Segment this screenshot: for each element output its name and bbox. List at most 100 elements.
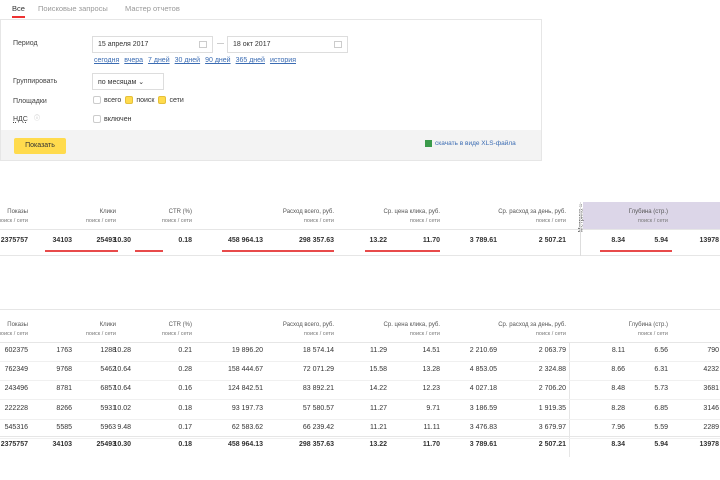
column-header-cpc[interactable]: Ср. цена клика, руб. поиск / сети xyxy=(320,208,440,226)
divider xyxy=(580,202,581,256)
divider xyxy=(0,309,720,310)
xls-link-label: скачать в виде XLS-файла xyxy=(435,140,516,148)
divider xyxy=(0,229,720,230)
quick-link[interactable]: 7 дней xyxy=(148,57,170,64)
cell-ctr: 0.18 xyxy=(178,404,192,412)
places-label: Площадки xyxy=(13,98,47,105)
date-from-value: 15 апреля 2017 xyxy=(98,41,149,48)
header-sub: поиск / сети xyxy=(637,331,668,337)
row-divider xyxy=(0,399,720,401)
checkbox-label: поиск xyxy=(136,96,155,104)
header-title: Глубина (стр.) xyxy=(628,209,668,215)
header-title: Расход всего, руб. xyxy=(282,322,334,328)
highlight-underline xyxy=(222,250,334,252)
place-checkbox-1[interactable]: поиск xyxy=(125,96,155,104)
header-sub: поиск / сети xyxy=(409,218,440,224)
header-sub: поиск / сети xyxy=(409,331,440,337)
cell-last: 790 xyxy=(707,347,719,354)
cell-spend: 62 583.62 xyxy=(231,423,263,431)
cell-ctr: 10.02 xyxy=(113,404,131,412)
cell-spend: 93 197.73 xyxy=(231,404,263,412)
divider xyxy=(0,342,720,343)
cell-ctr: 9.48 xyxy=(117,423,131,431)
quick-link[interactable]: история xyxy=(270,57,296,64)
header-title: Расход всего, руб. xyxy=(282,209,334,215)
quick-link[interactable]: сегодня xyxy=(94,57,119,64)
cell-last: 4232 xyxy=(703,366,719,374)
xls-download-link[interactable]: скачать в виде XLS-файла xyxy=(425,140,516,147)
header-sub: поиск / сети xyxy=(161,331,192,337)
calendar-icon[interactable] xyxy=(199,41,207,48)
place-checkbox-0[interactable]: всего xyxy=(93,96,122,104)
cell-spend: 124 842.51 xyxy=(227,385,263,393)
cell-ctr: 10.64 xyxy=(113,385,131,393)
places-checkboxes: всего поиск сети xyxy=(93,96,188,104)
column-header-spend[interactable]: Расход всего, руб. поиск / сети xyxy=(214,321,334,339)
quick-link[interactable]: вчера xyxy=(124,57,143,64)
checkbox[interactable] xyxy=(93,96,101,104)
column-header-cpc[interactable]: Ср. цена клика, руб. поиск / сети xyxy=(320,321,440,339)
row-divider xyxy=(0,380,720,382)
column-header-depth[interactable]: Глубина (стр.) поиск / сети xyxy=(548,208,668,226)
highlight-underline xyxy=(600,250,672,252)
vat-option-label: включен xyxy=(104,115,132,123)
cell-spend: 158 444.67 xyxy=(227,366,263,374)
cell-ctr: 0.17 xyxy=(178,423,192,431)
highlight-underline xyxy=(135,250,163,252)
divider xyxy=(0,255,720,256)
cell-last: 2289 xyxy=(703,423,719,431)
filter-panel: Период 15 апреля 2017 — 18 окт 2017 сего… xyxy=(0,19,542,161)
cell-ctr: 0.16 xyxy=(178,385,192,393)
highlight-underline xyxy=(365,250,440,252)
group-select[interactable]: по месяцам ⌄ xyxy=(92,73,164,90)
date-to-input[interactable]: 18 окт 2017 xyxy=(227,36,348,53)
cell-ctr: 0.21 xyxy=(178,347,192,354)
column-header-depth[interactable]: Глубина (стр.) поиск / сети xyxy=(548,321,668,339)
header-title: CTR (%) xyxy=(168,209,192,215)
header-sub: поиск / сети xyxy=(637,218,668,224)
column-header-spend[interactable]: Расход всего, руб. поиск / сети xyxy=(214,208,334,226)
cell-daily: 3 789.61 xyxy=(469,237,497,244)
date-to-value: 18 окт 2017 xyxy=(233,41,271,48)
tab-all[interactable]: Все xyxy=(12,4,25,18)
place-checkbox-2[interactable]: сети xyxy=(158,96,184,104)
excel-icon xyxy=(425,140,432,147)
column-header-ctr[interactable]: CTR (%) поиск / сети xyxy=(72,208,192,226)
row-divider xyxy=(0,361,720,362)
checkbox-label: сети xyxy=(169,96,184,104)
cell-ctr: 0.28 xyxy=(178,366,192,374)
period-label: Период xyxy=(13,40,38,47)
show-button[interactable]: Показать xyxy=(14,138,66,154)
tab-report-wizard[interactable]: Мастер отчетов xyxy=(125,4,180,13)
cell-spend: 458 964.13 xyxy=(227,237,263,244)
cell-ctr: 10.30 xyxy=(113,237,131,244)
tab-search-queries[interactable]: Поисковые запросы xyxy=(38,4,108,13)
cell-spend: 458 964.13 xyxy=(227,441,263,448)
date-from-input[interactable]: 15 апреля 2017 xyxy=(92,36,213,53)
header-title: Ср. цена клика, руб. xyxy=(383,209,440,215)
checkbox[interactable] xyxy=(158,96,167,104)
quick-link[interactable]: 365 дней xyxy=(236,57,265,64)
header-sub: поиск / сети xyxy=(303,218,334,224)
highlight-underline xyxy=(45,250,118,252)
divider xyxy=(0,436,720,437)
cell-daily: 2 210.69 xyxy=(469,347,497,354)
help-icon[interactable]: ⓘ xyxy=(34,113,40,122)
cell-last: 13978 xyxy=(699,237,719,244)
header-title: Ср. цена клика, руб. xyxy=(383,322,440,328)
row-divider xyxy=(0,437,720,439)
cell-ctr: 0.18 xyxy=(178,237,192,244)
vat-label: НДС xyxy=(13,116,28,123)
checkbox[interactable] xyxy=(125,96,134,104)
cell-ctr: 0.18 xyxy=(178,441,192,448)
cell-last: 13978 xyxy=(699,441,719,448)
cell-daily: 4 027.18 xyxy=(469,385,497,393)
checkbox-label: всего xyxy=(104,96,122,104)
vat-checkbox[interactable]: включен xyxy=(93,115,131,123)
cell-last: 3146 xyxy=(703,404,719,412)
column-header-ctr[interactable]: CTR (%) поиск / сети xyxy=(72,321,192,339)
quick-link[interactable]: 30 дней xyxy=(175,57,200,64)
calendar-icon[interactable] xyxy=(334,41,342,48)
cell-daily: 3 789.61 xyxy=(469,441,497,448)
quick-link[interactable]: 90 дней xyxy=(205,57,230,64)
